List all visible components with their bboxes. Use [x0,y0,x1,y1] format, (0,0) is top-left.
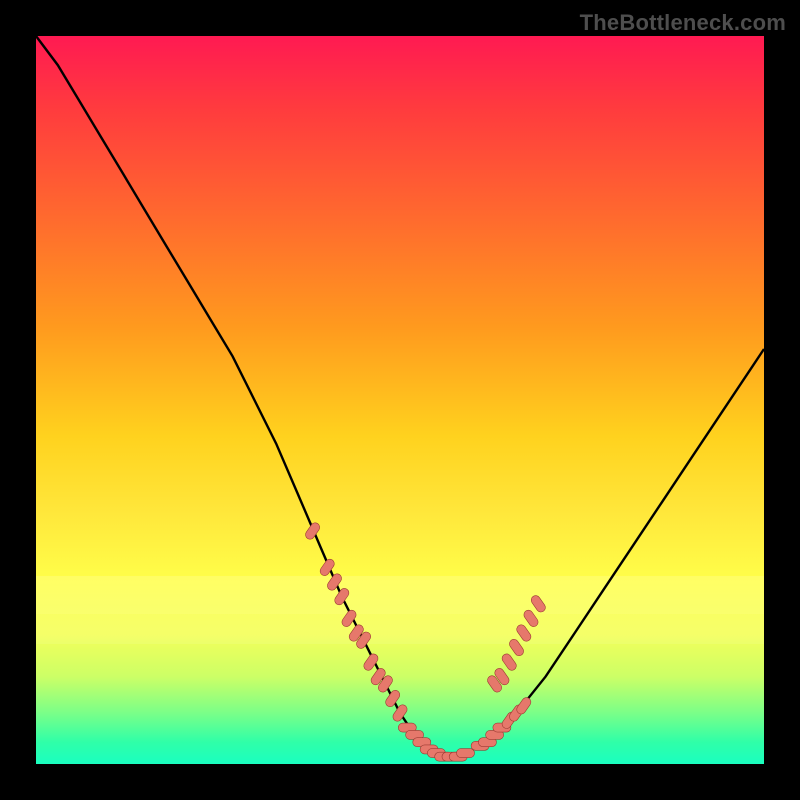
data-marker [333,587,351,607]
marker-group-right [486,594,547,694]
curve-svg [36,36,764,764]
data-marker [391,703,409,723]
data-marker [515,623,533,643]
marker-group-left [304,521,533,761]
data-marker [326,572,344,592]
data-marker [508,638,526,658]
chart-plot-area [36,36,764,764]
chart-frame: TheBottleneck.com [0,0,800,800]
data-marker [384,689,402,709]
watermark-text: TheBottleneck.com [580,10,786,36]
data-marker [522,608,540,628]
data-marker [500,652,518,672]
bottleneck-curve [36,36,764,757]
data-marker [529,594,547,614]
data-marker [304,521,322,541]
data-marker [457,749,475,758]
